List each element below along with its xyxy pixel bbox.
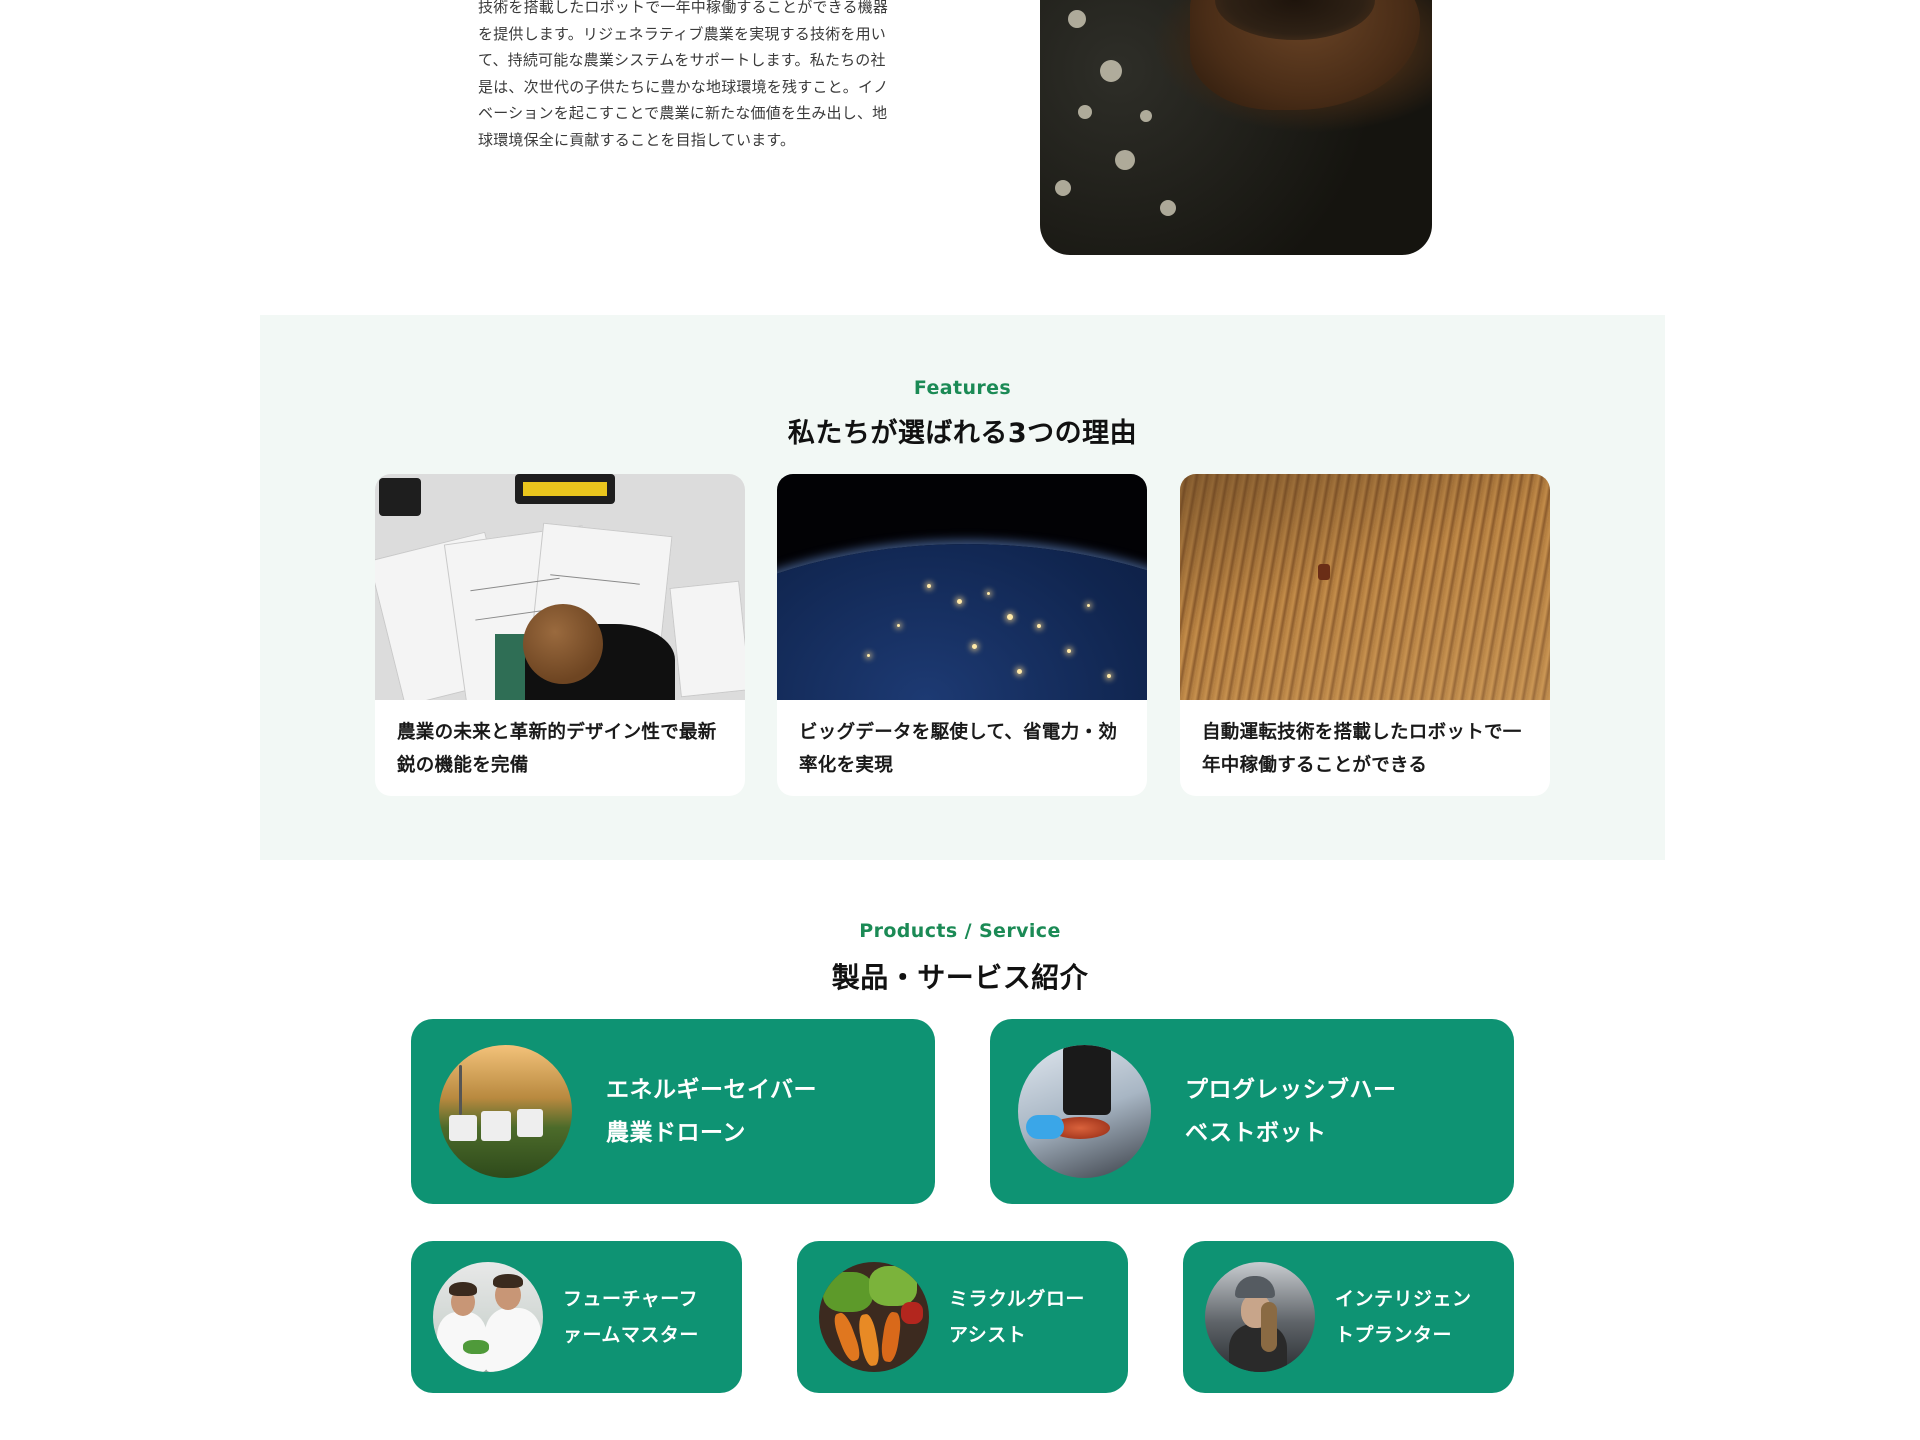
page: 技術を搭載したロボットで一年中稼働することができる機器 を提供します。リジェネラ… [0,0,1920,1440]
product-card-miracle-grow-assist[interactable]: ミラクルグロー アシスト [797,1241,1128,1393]
product-name: フューチャーフ ァームマスター [563,1288,699,1346]
vegetables-image [819,1262,929,1372]
field-tractor-image [1180,474,1550,700]
product-card-intelligent-planter[interactable]: インテリジェン トプランター [1183,1241,1514,1393]
bokeh-dot [1115,150,1135,170]
bokeh-dot [1068,10,1086,28]
earth-night-image [777,474,1147,700]
products-title: 製品・サービス紹介 [831,961,1089,994]
products-eyebrow: Products / Service [859,920,1061,942]
product-name: インテリジェン トプランター [1335,1288,1472,1346]
bokeh-dot [1055,180,1071,196]
product-card-harvest-bot[interactable]: プログレッシブハー ベストボット [990,1019,1514,1204]
feature-card-autonomous[interactable]: 自動運転技術を搭載したロボットで一 年中稼働することができる [1180,474,1550,796]
feature-card-design[interactable]: 農業の未来と革新的デザイン性で最新 鋭の機能を完備 [375,474,745,796]
feature-card-bigdata[interactable]: ビッグデータを駆使して、省電力・効 率化を実現 [777,474,1147,796]
feature-caption: ビッグデータを駆使して、省電力・効 率化を実現 [799,722,1118,776]
bokeh-dot [1160,200,1176,216]
bokeh-dot [1078,105,1092,119]
product-name: エネルギーセイバー 農業ドローン [606,1076,818,1146]
product-name: プログレッシブハー ベストボット [1185,1076,1397,1146]
features-section: Features 私たちが選ばれる3つの理由 農業の未来と革新的デザイン性で最新… [260,315,1665,860]
microscope-image [1018,1045,1151,1178]
product-name: ミラクルグロー アシスト [949,1288,1085,1346]
soil-in-hands-image [1040,0,1432,255]
about-section-text: 技術を搭載したロボットで一年中稼働することができる機器 を提供します。リジェネラ… [478,0,892,153]
bokeh-dot [1140,110,1152,122]
about-paragraph: 技術を搭載したロボットで一年中稼働することができる機器 を提供します。リジェネラ… [478,0,889,149]
farmer-image [1205,1262,1315,1372]
features-title: 私たちが選ばれる3つの理由 [787,418,1138,449]
feature-caption: 農業の未来と革新的デザイン性で最新 鋭の機能を完備 [397,722,717,776]
feature-caption: 自動運転技術を搭載したロボットで一 年中稼働することができる [1202,722,1522,776]
product-card-energy-saver-drone[interactable]: エネルギーセイバー 農業ドローン [411,1019,935,1204]
features-eyebrow: Features [913,377,1012,399]
field-equipment-image [439,1045,572,1178]
design-desk-image [375,474,745,700]
lab-researchers-image [433,1262,543,1372]
product-card-future-farm-master[interactable]: フューチャーフ ァームマスター [411,1241,742,1393]
bokeh-dot [1100,60,1122,82]
